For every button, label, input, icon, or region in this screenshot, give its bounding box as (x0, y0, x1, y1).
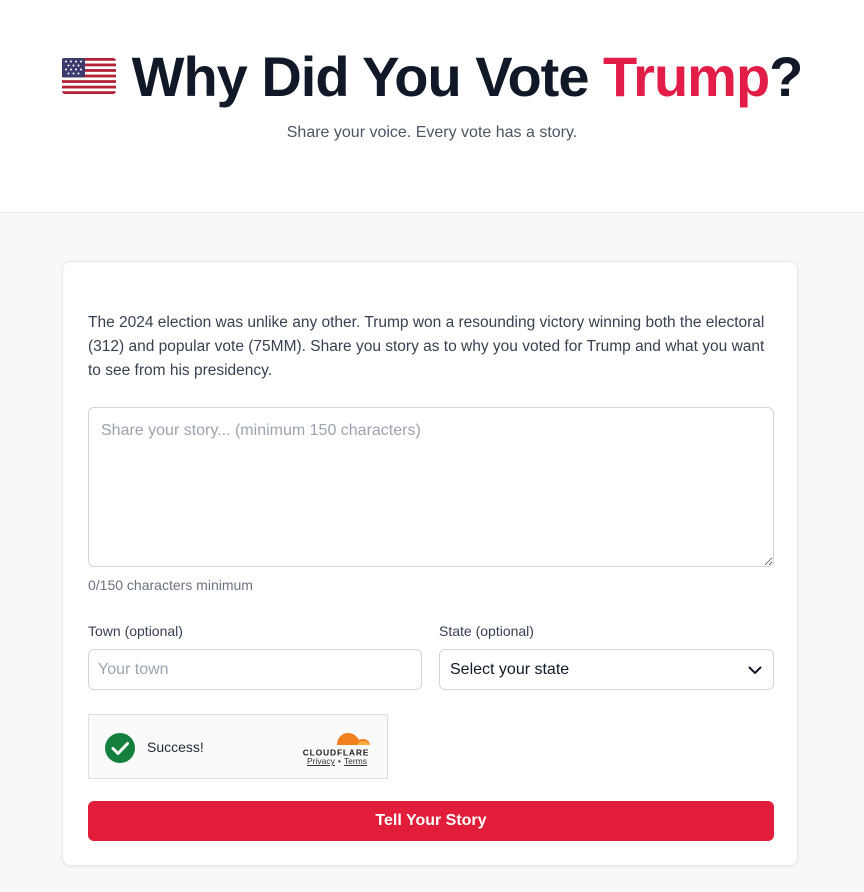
page-subtitle: Share your voice. Every vote has a story… (286, 124, 578, 141)
title-row: Why Did You Vote Trump? (0, 40, 864, 112)
cloudflare-captcha-widget[interactable]: Success! CLOUDFLARE Privacy • Terms (88, 714, 388, 779)
state-label: State (optional) (439, 623, 534, 639)
story-form-card: The 2024 election was unlike any other. … (62, 261, 798, 866)
cloudflare-links: Privacy • Terms (307, 756, 367, 766)
story-textarea[interactable] (88, 407, 774, 567)
us-flag-icon (61, 58, 116, 94)
page-title: Why Did You Vote Trump? (131, 44, 804, 109)
town-label: Town (optional) (88, 623, 183, 639)
title-accent: Trump (603, 44, 770, 108)
success-check-icon (105, 733, 135, 763)
intro-text: The 2024 election was unlike any other. … (88, 314, 765, 379)
terms-link[interactable]: Terms (344, 756, 367, 766)
title-prefix: Why Did You Vote (131, 44, 604, 108)
title-suffix: ? (769, 44, 803, 108)
captcha-status: Success! (147, 739, 204, 755)
state-select[interactable]: Select your state (439, 649, 774, 690)
state-selected-value: Select your state (450, 660, 570, 678)
page-header: Why Did You Vote Trump? Share your voice… (0, 0, 864, 213)
cloudflare-logo: CLOUDFLARE (297, 727, 375, 758)
submit-story-button[interactable]: Tell Your Story (88, 801, 774, 841)
town-input[interactable] (88, 649, 422, 690)
link-separator: • (337, 756, 341, 766)
chevron-down-icon (747, 662, 763, 678)
privacy-link[interactable]: Privacy (307, 756, 335, 766)
char-counter: 0/150 characters minimum (88, 577, 253, 593)
